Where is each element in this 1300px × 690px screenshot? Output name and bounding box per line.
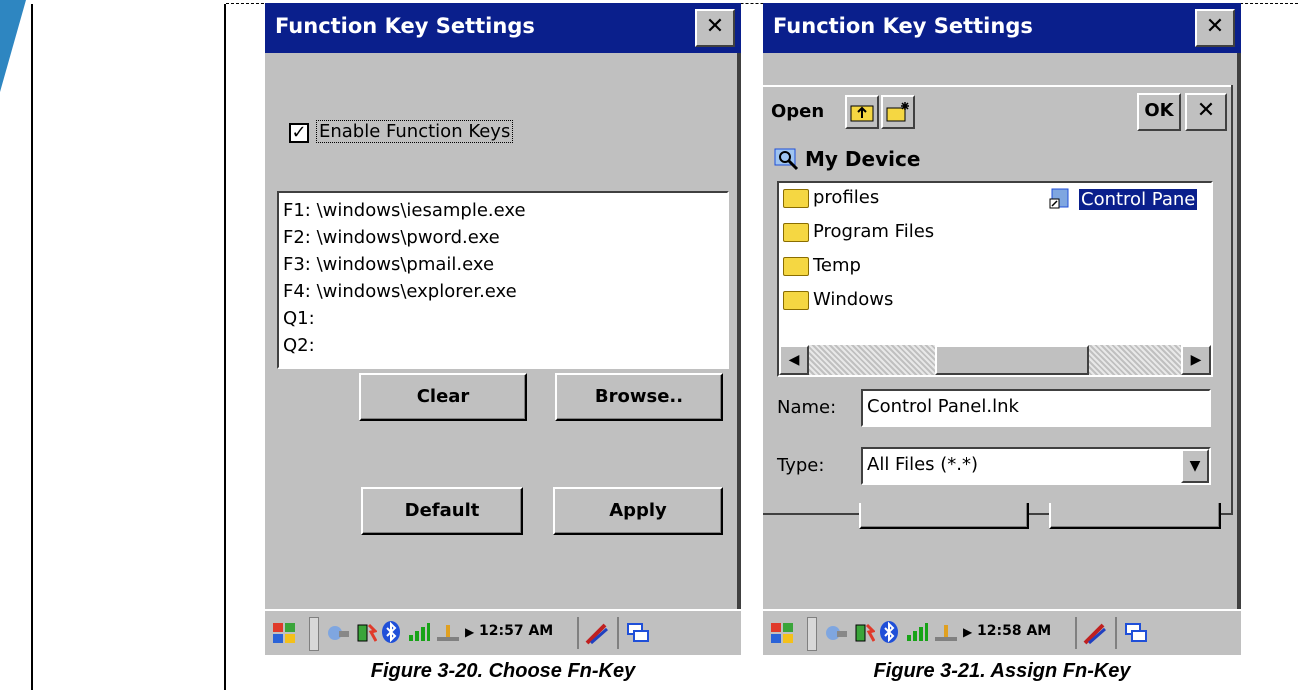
name-label: Name: <box>777 397 837 418</box>
window-title: Function Key Settings <box>773 14 1033 38</box>
ok-button[interactable]: OK <box>1137 93 1181 131</box>
apply-button[interactable]: Apply <box>553 487 723 535</box>
taskbar: ▶ 12:57 AM <box>265 609 741 655</box>
function-key-list[interactable]: F1: \windows\iesample.exe F2: \windows\p… <box>277 191 729 369</box>
apply-button-hidden <box>1049 503 1221 529</box>
scroll-thumb[interactable] <box>935 345 1089 375</box>
list-item[interactable]: Windows <box>783 289 893 310</box>
window-switch-icon[interactable] <box>625 621 651 651</box>
scroll-right-button[interactable]: ▶ <box>1181 345 1211 375</box>
list-item[interactable]: profiles <box>783 187 879 208</box>
window-edge <box>1237 53 1241 611</box>
close-button[interactable]: ✕ <box>1195 9 1235 47</box>
list-item[interactable]: F4: \windows\explorer.exe <box>279 278 727 305</box>
taskbar-separator <box>807 617 817 651</box>
list-item[interactable]: Q1: <box>279 305 727 332</box>
default-button[interactable]: Default <box>361 487 523 535</box>
battery-icon[interactable] <box>853 621 876 649</box>
column-divider-line <box>224 4 226 690</box>
left-screenshot: Function Key Settings ✕ ✓ Enable Functio… <box>265 3 741 655</box>
title-bar: Function Key Settings ✕ <box>763 3 1241 53</box>
shortcut-icon <box>1049 187 1075 213</box>
file-name: profiles <box>813 187 880 208</box>
bluetooth-icon[interactable] <box>381 621 401 649</box>
network-icon[interactable] <box>327 621 351 649</box>
left-border-line <box>31 4 33 690</box>
dialog-top-edge <box>763 85 1231 87</box>
figure-caption-right: Figure 3-21. Assign Fn-Key <box>873 660 1131 682</box>
taskbar-separator <box>309 617 319 651</box>
right-screenshot: Function Key Settings ✕ Open OK ✕ My Dev… <box>763 3 1241 655</box>
open-label: Open <box>771 101 825 122</box>
signal-strength-icon[interactable] <box>407 621 431 649</box>
enable-function-keys-checkbox[interactable]: ✓ <box>289 123 309 143</box>
checkbox-label: Enable Function Keys <box>315 120 514 143</box>
taskbar-separator <box>1075 617 1077 649</box>
open-dialog: Open OK ✕ My Device profiles Program Fil… <box>763 85 1233 515</box>
input-panel-icon[interactable] <box>1081 621 1109 653</box>
type-select-value: All Files (*.*) <box>867 454 979 475</box>
usb-connection-icon[interactable] <box>435 621 461 649</box>
list-item[interactable]: Q2: <box>279 332 727 359</box>
default-button-hidden <box>859 503 1029 529</box>
file-name: Temp <box>813 255 861 276</box>
type-select[interactable]: All Files (*.*) ▼ <box>861 447 1211 485</box>
file-name: Program Files <box>813 221 935 242</box>
up-folder-button[interactable] <box>845 95 879 129</box>
type-label: Type: <box>777 455 825 476</box>
list-item[interactable]: Program Files <box>783 221 934 242</box>
arrow-right-icon[interactable]: ▶ <box>963 621 972 643</box>
signal-strength-icon[interactable] <box>905 621 929 649</box>
clear-button[interactable]: Clear <box>359 373 527 421</box>
clock[interactable]: 12:58 AM <box>977 623 1051 639</box>
name-field[interactable]: Control Panel.lnk <box>861 389 1211 427</box>
location-label: My Device <box>805 147 921 171</box>
folder-icon <box>783 223 809 242</box>
my-device-icon <box>773 143 801 175</box>
clock[interactable]: 12:57 AM <box>479 623 553 639</box>
folder-icon <box>783 189 809 208</box>
file-list[interactable]: profiles Program Files Temp Windows Cont… <box>777 181 1213 377</box>
network-icon[interactable] <box>825 621 849 649</box>
usb-connection-icon[interactable] <box>933 621 959 649</box>
figure-caption-left: Figure 3-20. Choose Fn-Key <box>370 660 636 682</box>
horizontal-scrollbar[interactable]: ◀ ▶ <box>779 345 1211 375</box>
input-panel-icon[interactable] <box>583 621 611 653</box>
taskbar-separator <box>577 617 579 649</box>
list-item-selected[interactable]: Control Pane <box>1049 187 1198 213</box>
close-button[interactable]: ✕ <box>695 9 735 47</box>
file-name: Windows <box>813 289 894 310</box>
new-folder-icon <box>886 102 909 122</box>
window-title: Function Key Settings <box>275 14 535 38</box>
chevron-down-icon[interactable]: ▼ <box>1181 449 1209 483</box>
cancel-button[interactable]: ✕ <box>1185 93 1227 131</box>
up-folder-icon <box>850 105 874 122</box>
taskbar-separator <box>617 617 619 649</box>
taskbar-separator <box>1115 617 1117 649</box>
window-switch-icon[interactable] <box>1123 621 1149 651</box>
start-windows-icon[interactable] <box>769 621 795 651</box>
list-item[interactable]: F2: \windows\pword.exe <box>279 224 727 251</box>
window-edge <box>737 53 741 611</box>
taskbar: ▶ 12:58 AM <box>763 609 1241 655</box>
battery-icon[interactable] <box>355 621 378 649</box>
title-bar: Function Key Settings ✕ <box>265 3 741 53</box>
list-item[interactable]: Temp <box>783 255 861 276</box>
scroll-left-button[interactable]: ◀ <box>779 345 809 375</box>
start-windows-icon[interactable] <box>271 621 297 651</box>
list-item[interactable]: F3: \windows\pmail.exe <box>279 251 727 278</box>
arrow-right-icon[interactable]: ▶ <box>465 621 474 643</box>
browse-button[interactable]: Browse.. <box>555 373 723 421</box>
list-item[interactable]: F1: \windows\iesample.exe <box>279 197 727 224</box>
new-folder-button[interactable] <box>881 95 915 129</box>
bluetooth-icon[interactable] <box>879 621 899 649</box>
folder-icon <box>783 291 809 310</box>
folder-icon <box>783 257 809 276</box>
file-name: Control Pane <box>1079 188 1198 210</box>
corner-accent <box>0 0 26 92</box>
